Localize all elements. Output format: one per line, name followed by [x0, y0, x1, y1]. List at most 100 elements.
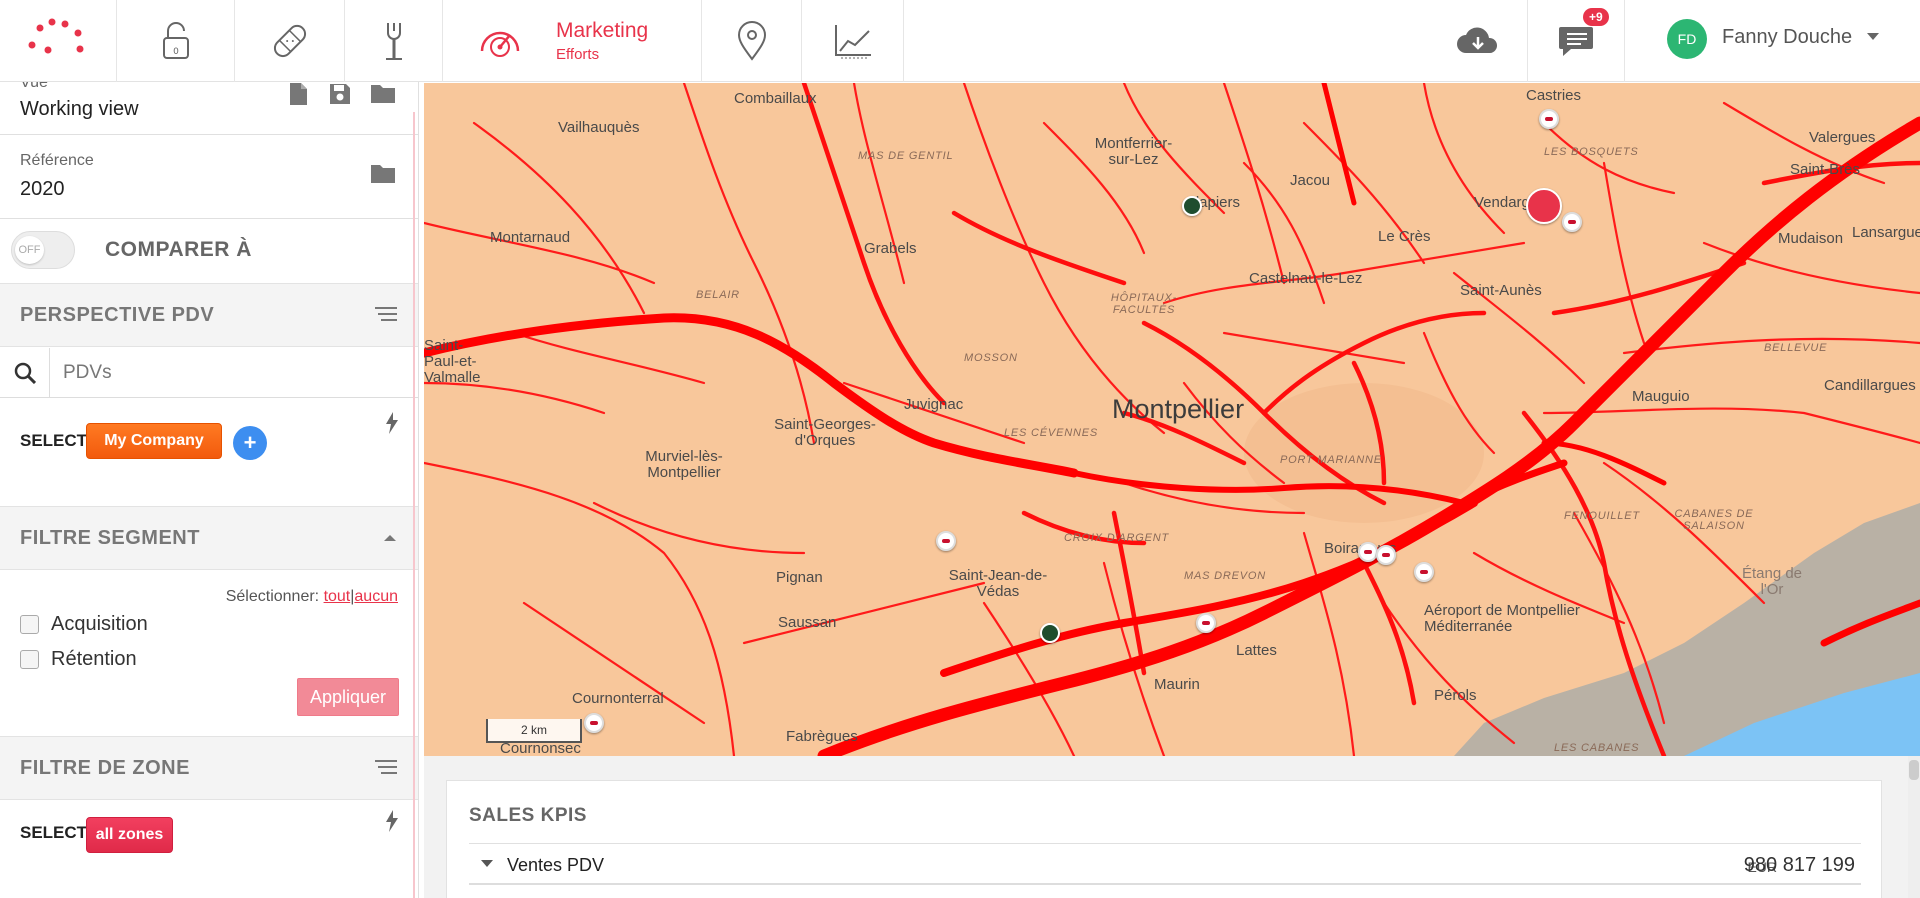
select-all-link[interactable]: tout: [324, 588, 351, 605]
sidebar-resize-handle[interactable]: [413, 112, 415, 898]
user-menu-chevron-down-icon[interactable]: [1867, 33, 1879, 40]
place-valergues: Valergues: [1809, 129, 1876, 146]
nav-map-pin-module[interactable]: [703, 0, 802, 82]
place-maurin: Maurin: [1154, 676, 1200, 693]
place-montpellier: Montpellier: [1112, 394, 1245, 424]
district-label: HÔPITAUX-FACULTÉS: [1110, 292, 1178, 316]
place-perols: Pérols: [1434, 687, 1477, 704]
chevron-up-icon[interactable]: [383, 533, 397, 542]
pdv-search-input[interactable]: [51, 348, 411, 397]
place-murviel: Murviel-lès-Montpellier: [645, 448, 723, 481]
vue-value: Working view: [20, 98, 139, 120]
place-candillargues: Candillargues: [1824, 377, 1916, 394]
cloud-download-icon: [1456, 27, 1497, 53]
messages-button[interactable]: [1529, 0, 1625, 82]
district-label: CABANES DE SALAISON: [1674, 508, 1754, 532]
segment-option-retention[interactable]: Rétention: [20, 648, 137, 671]
place-jacou: Jacou: [1290, 172, 1331, 189]
poi-marker[interactable]: [1414, 562, 1434, 582]
top-navigation-bar: 0 Marketing Efforts +9 FD Fanny Douche: [0, 0, 1920, 82]
wrench-icon: [386, 23, 402, 60]
poi-marker[interactable]: [1358, 542, 1378, 562]
select-none-link[interactable]: aucun: [354, 588, 398, 605]
lightning-icon[interactable]: [385, 412, 399, 434]
segment-option-acquisition[interactable]: Acquisition: [20, 613, 148, 636]
poi-marker[interactable]: [1539, 109, 1559, 129]
place-mauguio: Mauguio: [1632, 388, 1690, 405]
place-castries: Castries: [1526, 87, 1582, 104]
marketing-title: Marketing: [556, 19, 649, 42]
nav-marketing-efforts[interactable]: Marketing Efforts: [444, 0, 702, 82]
poi-marker[interactable]: [1040, 623, 1060, 643]
district-label: FENOUILLET: [1564, 510, 1640, 522]
compare-toggle[interactable]: OFF: [11, 231, 75, 269]
district-label: MOSSON: [964, 352, 1018, 364]
reference-folder-icon[interactable]: [370, 162, 396, 184]
search-button[interactable]: [0, 348, 50, 397]
acquisition-checkbox[interactable]: [20, 615, 39, 634]
scrollbar-thumb[interactable]: [1909, 760, 1919, 780]
save-icon[interactable]: [328, 82, 352, 106]
place-saint-georges: Saint-Georges-d'Orques: [774, 416, 876, 449]
place-castelnau: Castelnau-le-Lez: [1249, 270, 1363, 287]
acquisition-label: Acquisition: [51, 613, 148, 635]
district-label: PORT MARIANNE: [1280, 454, 1382, 466]
download-button[interactable]: [1428, 0, 1528, 82]
place-lansargues: Lansargues: [1852, 224, 1920, 241]
retention-checkbox[interactable]: [20, 650, 39, 669]
poi-marker[interactable]: [1182, 196, 1202, 216]
place-saint-aunes: Saint-Aunès: [1460, 282, 1542, 299]
zones-chip[interactable]: all zones: [86, 817, 173, 853]
new-file-icon[interactable]: [287, 82, 309, 106]
nav-tools-module[interactable]: [346, 0, 443, 82]
open-folder-icon[interactable]: [370, 82, 396, 104]
perspective-section-header: PERSPECTIVE PDV: [0, 283, 418, 347]
logo-dots-icon: [28, 18, 84, 54]
poi-marker[interactable]: [584, 713, 604, 733]
map-view[interactable]: Castries Combaillaux Vailhauquès Montfer…: [424, 83, 1920, 756]
list-menu-icon[interactable]: [375, 759, 397, 775]
district-label: BELLEVUE: [1764, 342, 1828, 354]
district-label: BELAIR: [696, 289, 740, 301]
reference-label: Référence: [20, 152, 94, 169]
nav-lock-module[interactable]: 0: [118, 0, 235, 82]
list-menu-icon[interactable]: [375, 306, 397, 322]
separator: [0, 134, 418, 135]
poi-marker[interactable]: [936, 531, 956, 551]
place-juvignac: Juvignac: [904, 396, 964, 413]
app-logo[interactable]: [0, 0, 117, 82]
compare-label: COMPARER À: [105, 238, 252, 261]
speedometer-icon: [480, 31, 520, 57]
user-avatar[interactable]: FD: [1667, 19, 1707, 59]
company-chip[interactable]: My Company: [86, 423, 222, 459]
kpi-panel: SALES KPIS Ventes PDV EUR 980 817 199: [424, 756, 1920, 898]
perspective-title: PERSPECTIVE PDV: [20, 304, 215, 326]
poi-marker-cluster[interactable]: [1526, 188, 1562, 224]
vue-label: Vue: [20, 82, 48, 91]
map-pin-icon: [737, 21, 767, 61]
user-name[interactable]: Fanny Douche: [1722, 26, 1852, 49]
reference-value: 2020: [20, 178, 65, 200]
left-sidebar: Vue Working view Référence 2020 OFF COMP…: [0, 82, 419, 898]
nav-analytics-module[interactable]: [803, 0, 904, 82]
kpi-row-ventes-pdv[interactable]: Ventes PDV EUR 980 817 199: [469, 845, 1861, 885]
line-chart-icon: [835, 25, 871, 59]
place-saussan: Saussan: [778, 614, 837, 631]
place-lattes: Lattes: [1236, 642, 1277, 659]
kpi-scrollbar[interactable]: [1908, 756, 1920, 898]
kpi-title: SALES KPIS: [469, 805, 587, 826]
poi-marker[interactable]: [1562, 212, 1582, 232]
lightning-icon[interactable]: [385, 810, 399, 832]
apply-button[interactable]: Appliquer: [297, 678, 399, 716]
select-links: Sélectionner: tout|aucun: [226, 588, 398, 606]
add-selection-button[interactable]: +: [233, 426, 267, 460]
svg-text:0: 0: [173, 47, 179, 57]
expand-chevron-down-icon[interactable]: [481, 860, 493, 867]
place-saint-bres: Saint-Brès: [1790, 161, 1861, 178]
map-scale: 2 km: [486, 719, 582, 743]
segment-section-header: FILTRE SEGMENT: [0, 506, 418, 570]
nav-bandage-module[interactable]: [236, 0, 345, 82]
place-cournonsec: Cournonsec: [500, 740, 581, 756]
poi-marker[interactable]: [1376, 545, 1396, 565]
poi-marker[interactable]: [1196, 613, 1216, 633]
